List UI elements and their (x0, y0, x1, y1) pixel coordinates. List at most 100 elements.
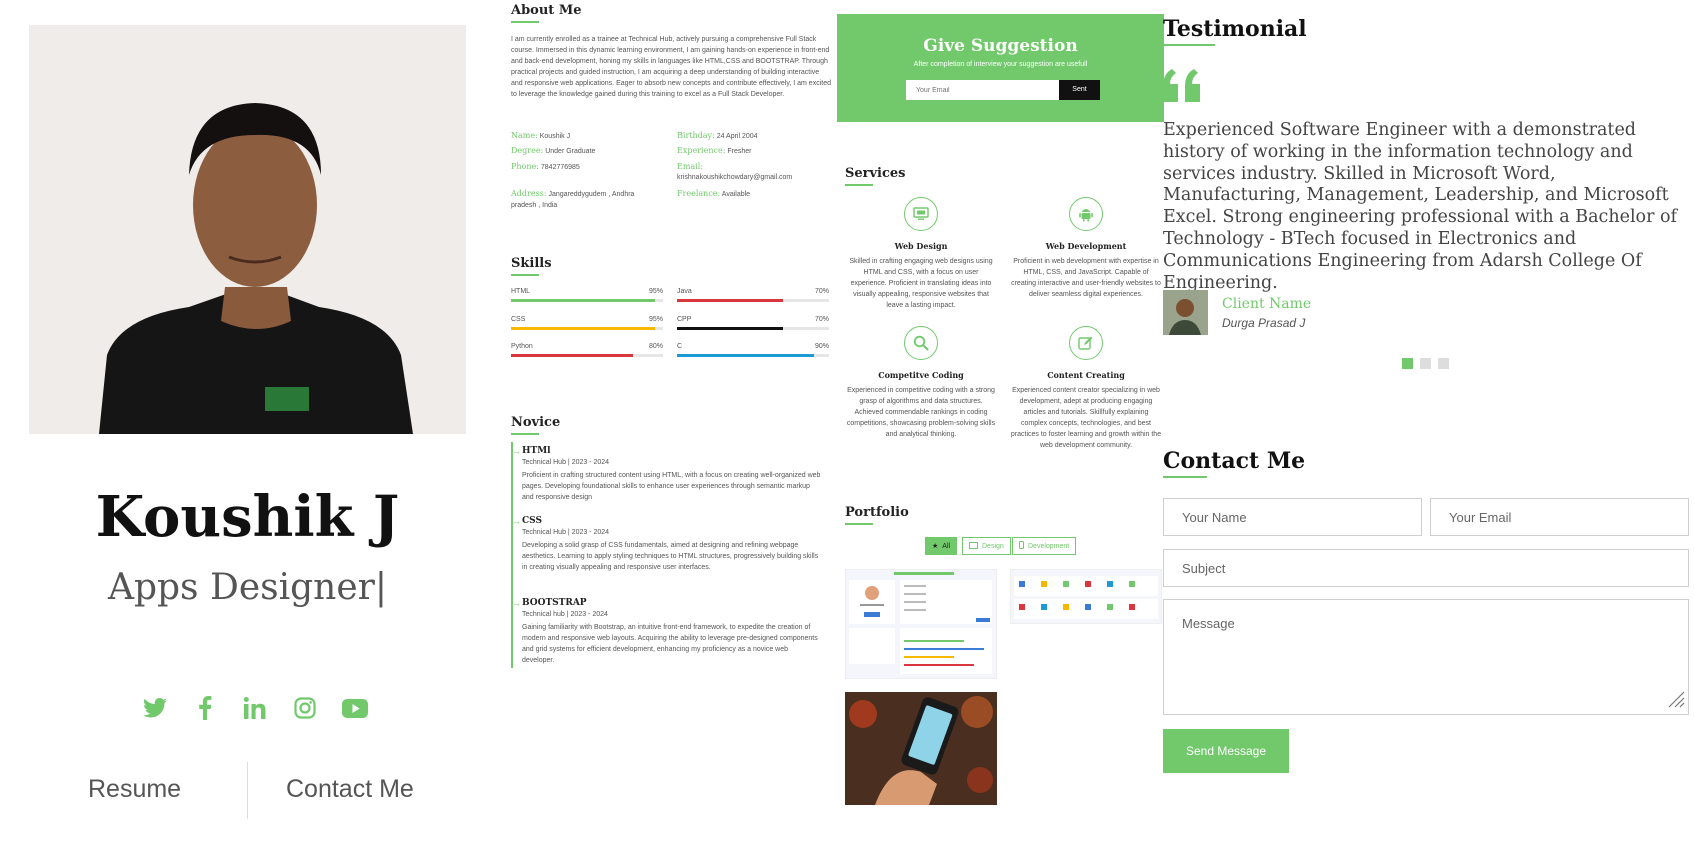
novice-title-underline (511, 433, 539, 435)
skill-percent: 70% (814, 316, 829, 323)
resize-handle-icon[interactable] (1667, 690, 1685, 711)
service-competitive-coding: Competitve Coding Experienced in competi… (845, 326, 997, 440)
service-desc: Experienced in competitive coding with a… (846, 387, 996, 438)
star-icon: ★ (932, 543, 939, 550)
suggestion-email-input[interactable] (906, 80, 1060, 100)
contact-me-link[interactable]: Contact Me (286, 775, 414, 804)
social-links (140, 693, 370, 723)
portfolio-item-profile-app[interactable] (845, 569, 997, 679)
experience-label: Experience: (677, 146, 726, 155)
service-title: Web Development (1045, 241, 1127, 251)
services-title-underline (845, 184, 873, 186)
youtube-icon[interactable] (340, 693, 370, 723)
degree-label: Degree: (511, 146, 544, 155)
testimonial-title-underline (1163, 44, 1215, 46)
skill-bar (677, 327, 784, 330)
mobile-icon (1019, 541, 1024, 551)
carousel-dot[interactable] (1420, 358, 1431, 369)
skill-bar (677, 354, 814, 357)
skill-name: Java (677, 288, 692, 295)
novice-item-org: Technical hub (522, 611, 565, 618)
carousel-dot[interactable] (1438, 358, 1449, 369)
email-label: Email: (677, 162, 704, 171)
birthday-label: Birthday: (677, 131, 715, 140)
novice-item-html: HTMl Technical Hub | 2023 - 2024 Profici… (522, 446, 822, 503)
contact-title-underline (1163, 476, 1207, 478)
skill-java: Java 70% (677, 288, 829, 302)
skill-track (677, 354, 829, 357)
skill-name: CPP (677, 316, 692, 323)
arrow-right-icon: → (512, 446, 521, 456)
phone-value: 7842776985 (540, 164, 580, 171)
skills-title: Skills (511, 256, 552, 271)
about-freelance: Freelance: Available (677, 188, 837, 200)
skill-html: HTML 95% (511, 288, 663, 302)
skill-percent: 95% (648, 288, 663, 295)
quote-icon (1163, 69, 1201, 107)
skill-bar (511, 327, 656, 330)
skill-c: C 90% (677, 343, 829, 357)
skill-name: CSS (511, 316, 526, 323)
birthday-value: 24 April 2004 (716, 133, 758, 140)
portfolio-item-mobile-photo[interactable] (845, 692, 997, 805)
link-divider (247, 762, 248, 819)
skill-track (677, 327, 829, 330)
skill-name: Python (511, 343, 533, 350)
novice-item-org: Technical Hub (522, 529, 566, 536)
skill-track (511, 354, 663, 357)
novice-item-desc: Developing a solid grasp of CSS fundamen… (522, 542, 819, 571)
skill-name: C (677, 343, 683, 350)
skill-bar (511, 354, 633, 357)
send-message-button[interactable]: Send Message (1163, 729, 1289, 773)
monitor-icon (969, 541, 978, 551)
email-value[interactable]: krishnakoushikchowdary@gmail.com (677, 172, 837, 183)
about-experience: Experience: Fresher (677, 145, 837, 157)
skill-percent: 90% (814, 343, 829, 350)
service-web-design: Web Design Skilled in crafting engaging … (845, 197, 997, 311)
skill-percent: 80% (648, 343, 663, 350)
novice-item-years: 2023 - 2024 (571, 459, 610, 466)
client-name: Client Name (1222, 296, 1312, 312)
service-title: Content Creating (1047, 370, 1125, 380)
portfolio-title-underline (845, 523, 873, 525)
twitter-icon[interactable] (140, 693, 170, 723)
novice-item-years: 2023 - 2024 (570, 611, 608, 618)
experience-value: Fresher (727, 148, 752, 155)
filter-all[interactable]: ★ All (925, 537, 958, 555)
contact-message-field[interactable]: Message (1163, 599, 1689, 715)
facebook-icon[interactable] (190, 693, 220, 723)
message-placeholder: Message (1182, 616, 1235, 631)
contact-email-field[interactable]: Your Email (1430, 498, 1689, 536)
arrow-right-icon: → (512, 598, 521, 608)
resume-link[interactable]: Resume (88, 775, 181, 804)
carousel-dot-active[interactable] (1402, 358, 1413, 369)
about-text: I am currently enrolled as a trainee at … (511, 36, 831, 98)
skill-cpp: CPP 70% (677, 316, 829, 330)
novice-item-years: 2023 - 2024 (571, 529, 610, 536)
instagram-icon[interactable] (290, 693, 320, 723)
testimonial-quote: Experienced Software Engineer with a dem… (1163, 120, 1678, 293)
profile-role: Apps Designer| (107, 567, 388, 608)
skill-css: CSS 95% (511, 316, 663, 330)
filter-label: Development (1028, 542, 1070, 550)
filter-development[interactable]: Development (1012, 537, 1077, 555)
novice-item-desc: Proficient in crafting structured conten… (522, 472, 821, 501)
testimonial-title: Testimonial (1163, 16, 1307, 42)
degree-value: Under Graduate (545, 148, 596, 155)
skill-bar (677, 299, 784, 302)
filter-label: All (942, 542, 951, 550)
contact-name-field[interactable]: Your Name (1163, 498, 1422, 536)
about-address: Address: Jangareddygudem , Andhra prades… (511, 188, 661, 211)
client-avatar (1163, 290, 1208, 335)
skill-name: HTML (511, 288, 531, 295)
skills-title-underline (511, 274, 539, 276)
filter-label: Design (982, 542, 1004, 550)
profile-name: Koushik J (95, 484, 400, 550)
filter-design[interactable]: Design (962, 537, 1011, 555)
contact-subject-field[interactable]: Subject (1163, 549, 1689, 587)
linkedin-icon[interactable] (240, 693, 270, 723)
novice-item-title: CSS (522, 516, 542, 526)
service-desc: Skilled in crafting engaging web designs… (849, 258, 993, 309)
suggestion-send-button[interactable]: Sent (1059, 80, 1100, 100)
portfolio-item-dashboard[interactable] (1010, 569, 1162, 624)
